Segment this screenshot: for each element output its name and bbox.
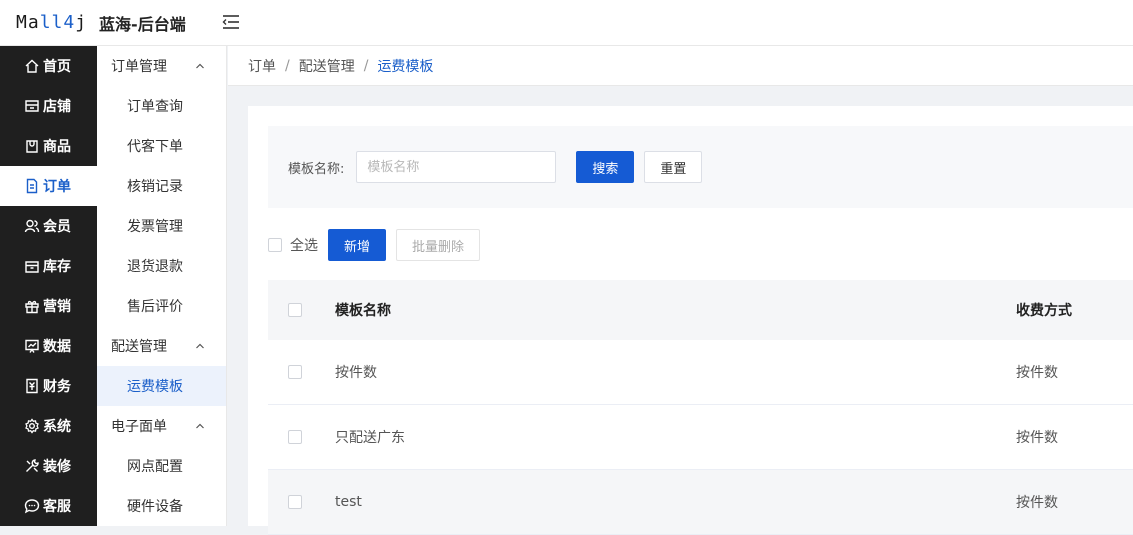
- sidebar-item-label: 客服: [43, 499, 71, 515]
- chevron-up-icon: [196, 343, 204, 349]
- select-all-checkbox[interactable]: 全选: [268, 235, 318, 255]
- breadcrumb: 订单 / 配送管理 / 运费模板: [228, 46, 1133, 86]
- logo-text: Mall4j: [16, 12, 88, 33]
- sidebar-item-system[interactable]: 系统: [0, 406, 97, 446]
- chat-icon: [24, 498, 40, 514]
- table-header-row: 模板名称 收费方式: [268, 280, 1133, 340]
- template-table: 模板名称 收费方式 按件数 按件数 只配送广东 按件数 test 按件数: [268, 280, 1133, 535]
- sidebar-item-orders[interactable]: 订单: [0, 166, 97, 206]
- submenu-item-shipping-template[interactable]: 运费模板: [97, 366, 226, 406]
- sidebar-item-label: 财务: [43, 379, 71, 395]
- submenu-item-invoice-management[interactable]: 发票管理: [97, 206, 226, 246]
- breadcrumb-separator: /: [285, 57, 290, 74]
- table-row[interactable]: 按件数 按件数: [268, 340, 1133, 405]
- submenu-item-order-query[interactable]: 订单查询: [97, 86, 226, 126]
- breadcrumb-item-orders[interactable]: 订单: [248, 56, 276, 76]
- submenu-group-delivery-management[interactable]: 配送管理: [97, 326, 226, 366]
- chevron-up-icon: [196, 423, 204, 429]
- column-header-charge-method: 收费方式: [1016, 303, 1072, 319]
- sidebar-item-label: 库存: [43, 259, 71, 275]
- reset-button[interactable]: 重置: [644, 151, 703, 183]
- gear-icon: [24, 418, 40, 434]
- sidebar-item-members[interactable]: 会员: [0, 206, 97, 246]
- submenu-item-verification-records[interactable]: 核销记录: [97, 166, 226, 206]
- table-row[interactable]: 只配送广东 按件数: [268, 405, 1133, 470]
- app-title: 蓝海-后台端: [99, 14, 186, 34]
- sidebar-item-label: 数据: [43, 339, 71, 355]
- submenu-group-electronic-waybill[interactable]: 电子面单: [97, 406, 226, 446]
- sidebar-item-label: 系统: [43, 419, 71, 435]
- users-icon: [24, 218, 40, 234]
- main-sidebar: 首页 店铺 商品 订单 会员 库存 营销 数据 财务 系统 装修 客服: [0, 46, 97, 526]
- sidebar-item-label: 商品: [43, 139, 71, 155]
- content-card: 模板名称: 搜索 重置 全选 新增 批量删除 模板名称 收费方式 按件数 按件数…: [248, 106, 1133, 535]
- sidebar-item-label: 营销: [43, 299, 71, 315]
- search-button[interactable]: 搜索: [576, 151, 635, 183]
- sidebar-item-data[interactable]: 数据: [0, 326, 97, 366]
- bag-icon: [24, 138, 40, 154]
- sub-menu: 订单管理 订单查询 代客下单 核销记录 发票管理 退货退款 售后评价 配送管理 …: [97, 46, 227, 526]
- sidebar-item-label: 装修: [43, 459, 71, 475]
- row-checkbox[interactable]: [288, 495, 302, 509]
- search-label: 模板名称:: [288, 161, 345, 177]
- gift-icon: [24, 298, 40, 314]
- cell-template-name: 按件数: [335, 365, 377, 381]
- submenu-item-hardware-devices[interactable]: 硬件设备: [97, 486, 226, 526]
- cell-template-name: test: [335, 494, 362, 510]
- submenu-group-label: 订单管理: [111, 59, 167, 75]
- breadcrumb-item-delivery[interactable]: 配送管理: [299, 56, 355, 76]
- add-button[interactable]: 新增: [328, 229, 386, 261]
- chevron-up-icon: [196, 63, 204, 69]
- cell-charge-method: 按件数: [1016, 495, 1058, 511]
- column-header-template-name: 模板名称: [335, 303, 391, 319]
- submenu-item-proxy-order[interactable]: 代客下单: [97, 126, 226, 166]
- table-toolbar: 全选 新增 批量删除: [268, 228, 480, 262]
- sidebar-item-products[interactable]: 商品: [0, 126, 97, 166]
- row-checkbox[interactable]: [288, 430, 302, 444]
- table-row[interactable]: test 按件数: [268, 470, 1133, 535]
- header-checkbox[interactable]: [288, 303, 302, 317]
- submenu-group-label: 电子面单: [111, 419, 167, 435]
- sidebar-item-service[interactable]: 客服: [0, 486, 97, 526]
- template-name-input[interactable]: [356, 151, 557, 183]
- submenu-item-after-sale-reviews[interactable]: 售后评价: [97, 286, 226, 326]
- sidebar-item-label: 会员: [43, 219, 71, 235]
- sidebar-item-label: 店铺: [43, 99, 71, 115]
- row-checkbox[interactable]: [288, 365, 302, 379]
- sidebar-item-label: 首页: [43, 59, 71, 75]
- breadcrumb-separator: /: [363, 57, 369, 74]
- sidebar-item-shop[interactable]: 店铺: [0, 86, 97, 126]
- cell-template-name: 只配送广东: [335, 430, 405, 446]
- chart-icon: [24, 338, 40, 354]
- cell-charge-method: 按件数: [1016, 365, 1058, 381]
- submenu-item-outlet-config[interactable]: 网点配置: [97, 446, 226, 486]
- collapse-menu-icon[interactable]: [220, 11, 242, 33]
- sidebar-item-home[interactable]: 首页: [0, 46, 97, 86]
- box-icon: [24, 258, 40, 274]
- sidebar-item-finance[interactable]: 财务: [0, 366, 97, 406]
- submenu-group-label: 配送管理: [111, 339, 167, 355]
- checkbox[interactable]: [268, 238, 282, 252]
- top-bar: Mall4j 蓝海-后台端: [0, 0, 1133, 46]
- select-all-label: 全选: [290, 238, 318, 254]
- sidebar-item-decoration[interactable]: 装修: [0, 446, 97, 486]
- sidebar-item-inventory[interactable]: 库存: [0, 246, 97, 286]
- search-panel: 模板名称: 搜索 重置: [268, 126, 1133, 208]
- sidebar-item-label: 订单: [43, 179, 71, 195]
- sidebar-item-marketing[interactable]: 营销: [0, 286, 97, 326]
- tools-icon: [24, 458, 40, 474]
- submenu-group-order-management[interactable]: 订单管理: [97, 46, 226, 86]
- breadcrumb-item-current: 运费模板: [377, 58, 434, 75]
- logo[interactable]: Mall4j 蓝海-后台端: [16, 11, 186, 35]
- cell-charge-method: 按件数: [1016, 430, 1058, 446]
- batch-delete-button[interactable]: 批量删除: [396, 229, 480, 261]
- home-icon: [24, 58, 40, 74]
- finance-icon: [24, 378, 40, 394]
- submenu-item-returns-refunds[interactable]: 退货退款: [97, 246, 226, 286]
- document-icon: [24, 178, 40, 194]
- shop-icon: [24, 98, 40, 114]
